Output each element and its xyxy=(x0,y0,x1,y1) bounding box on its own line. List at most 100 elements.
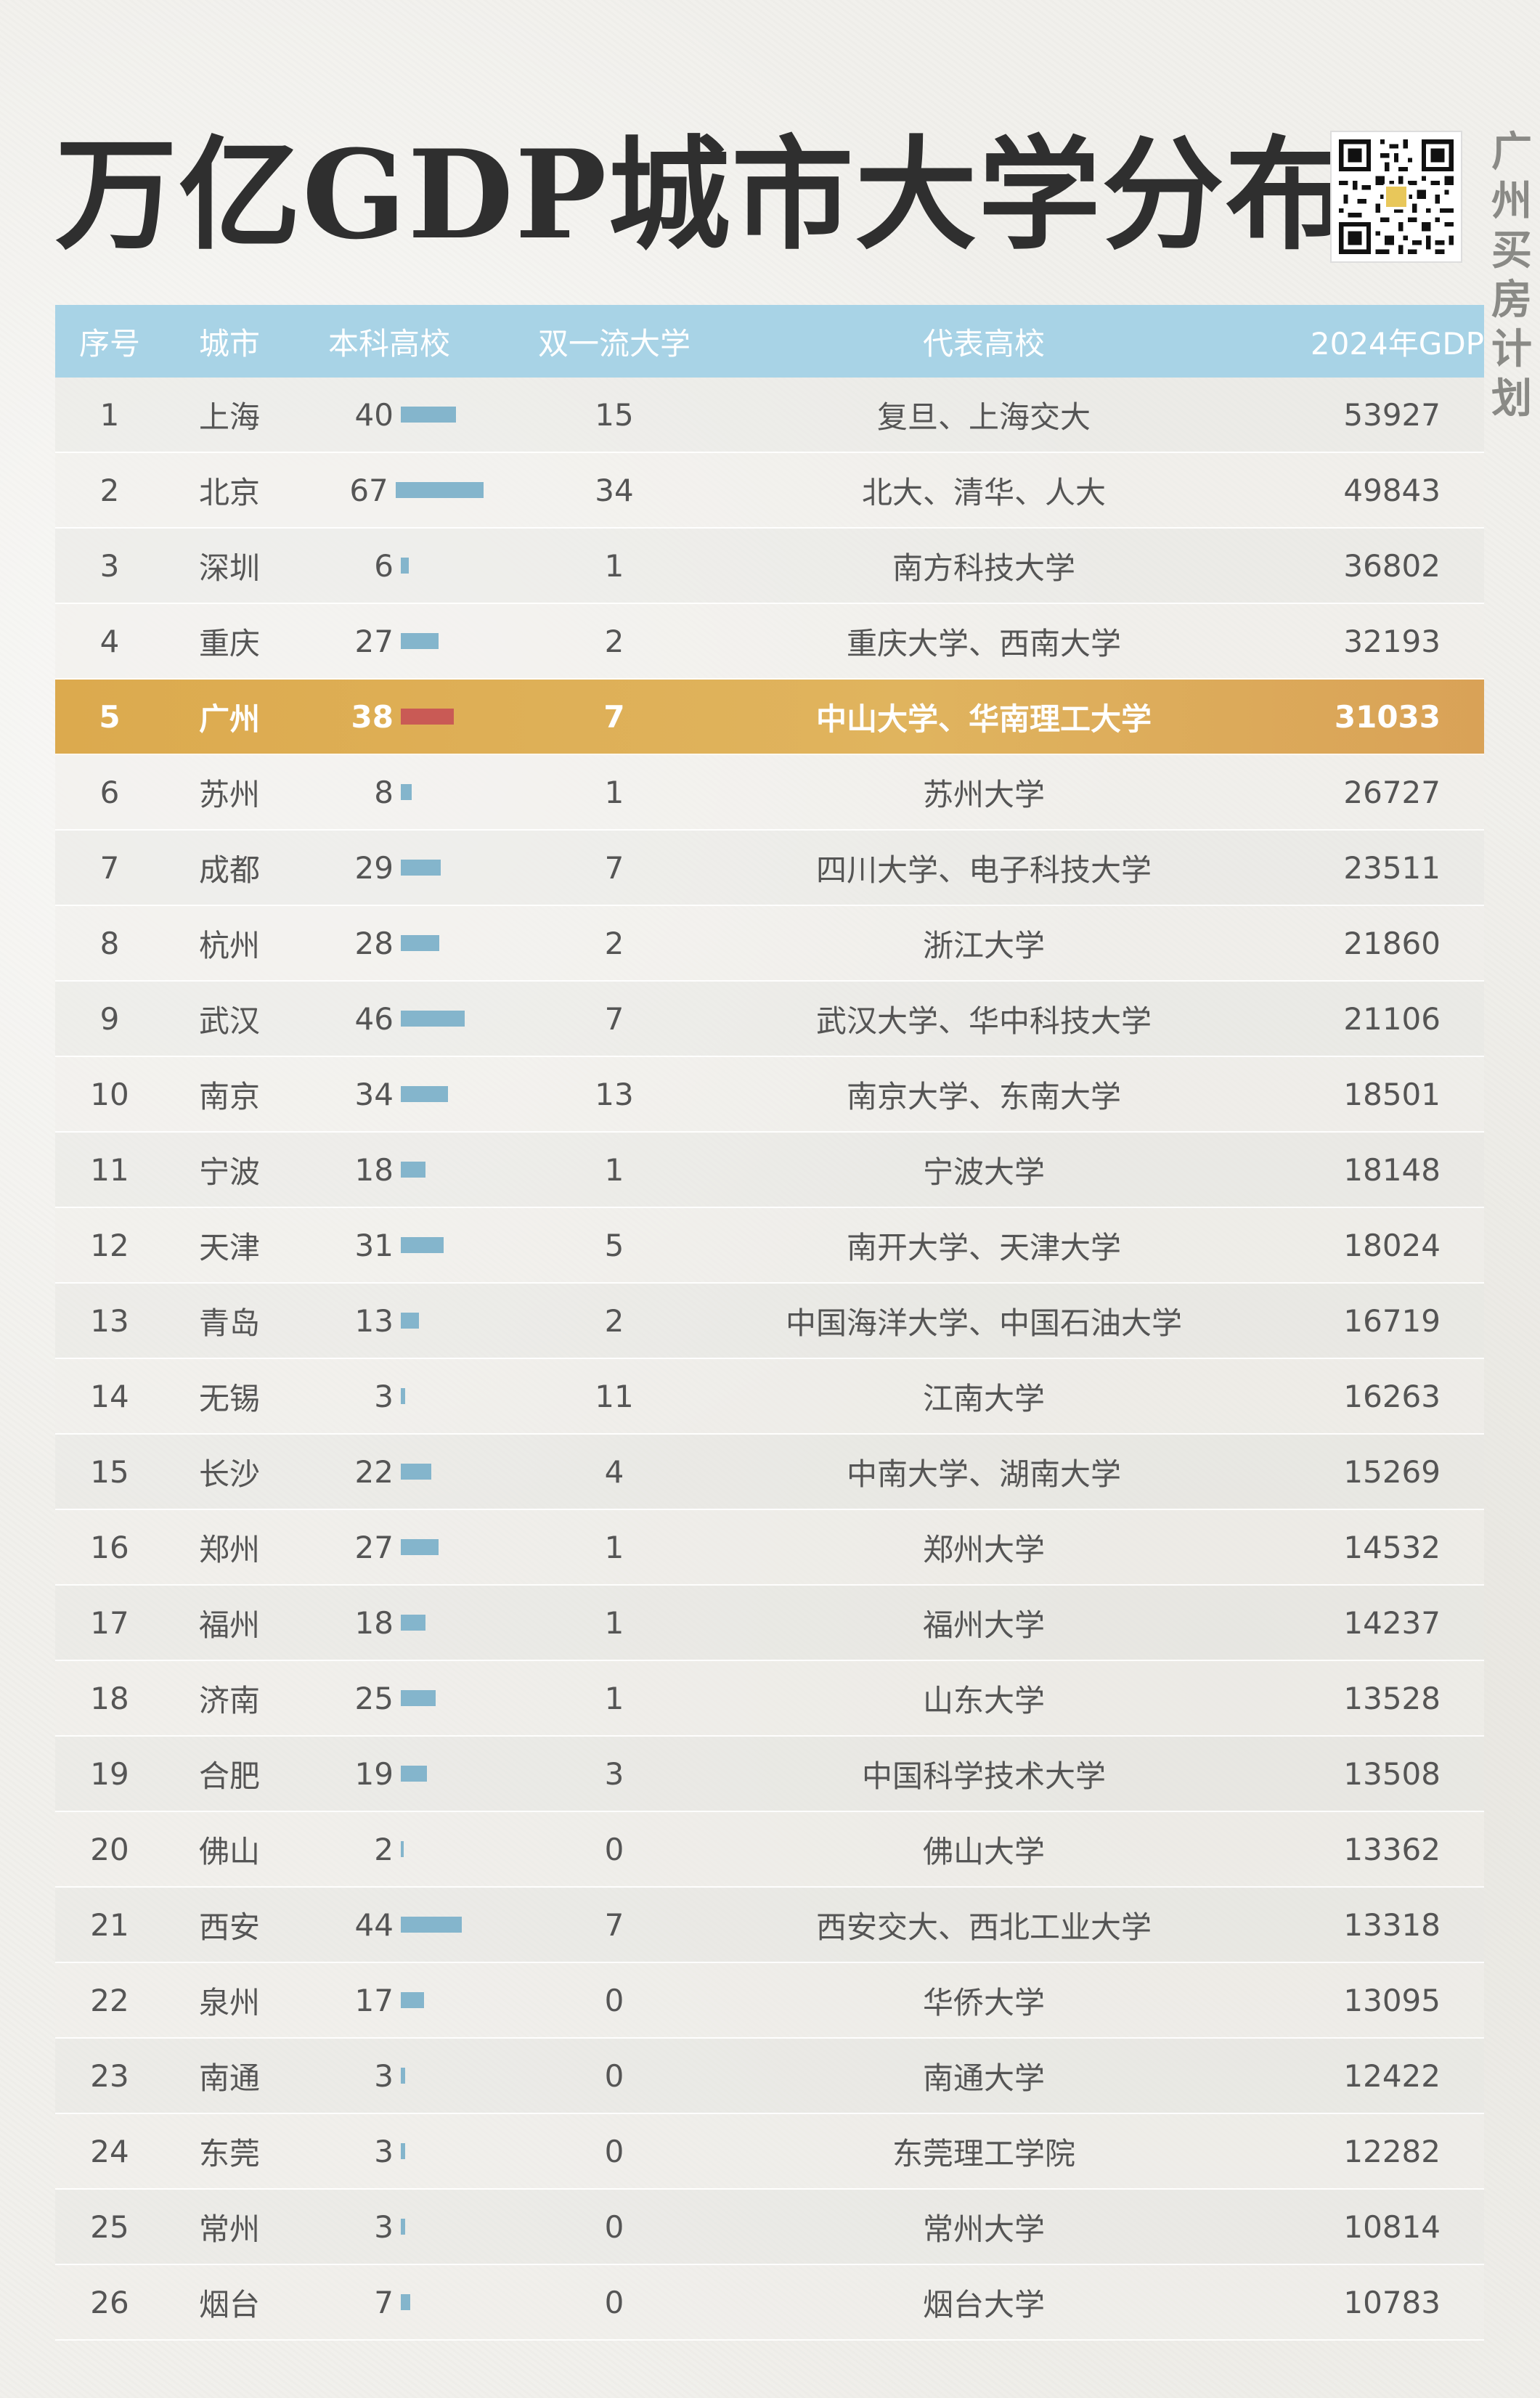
cell-undergrad: 29 xyxy=(295,850,484,886)
cell-rep: 南方科技大学 xyxy=(892,550,1075,586)
cell-city: 武汉 xyxy=(198,1003,260,1039)
cell-gdp: 18148 xyxy=(1343,1151,1441,1188)
cell-city: 长沙 xyxy=(198,1456,260,1492)
cell-rank: 17 xyxy=(90,1604,129,1641)
cell-gdp: 53927 xyxy=(1343,396,1441,433)
cell-double: 7 xyxy=(604,1906,624,1943)
cell-double: 1 xyxy=(604,1604,624,1641)
cell-rep: 福州大学 xyxy=(922,1607,1045,1643)
cell-city: 宁波 xyxy=(198,1154,260,1190)
header-rank: 序号 xyxy=(78,325,140,362)
cell-rank: 7 xyxy=(99,849,120,886)
cell-gdp: 14237 xyxy=(1343,1604,1441,1641)
undergrad-bar xyxy=(401,1011,465,1027)
cell-rep: 南京大学、东南大学 xyxy=(846,1078,1121,1114)
header-rep: 代表高校 xyxy=(922,325,1045,362)
cell-double: 0 xyxy=(604,1982,624,2018)
cell-gdp: 26727 xyxy=(1343,774,1441,810)
undergrad-count: 6 xyxy=(374,547,394,584)
cell-undergrad: 27 xyxy=(295,1530,484,1565)
cell-city: 合肥 xyxy=(198,1758,260,1794)
cell-double: 1 xyxy=(604,547,624,584)
cell-city: 重庆 xyxy=(198,625,260,661)
undergrad-bar xyxy=(401,935,439,951)
undergrad-count: 18 xyxy=(354,1151,394,1188)
undergrad-count: 27 xyxy=(354,623,394,659)
cell-gdp: 13362 xyxy=(1343,1831,1441,1867)
cell-rank: 22 xyxy=(90,1982,129,2018)
cell-rank: 16 xyxy=(90,1529,129,1565)
undergrad-bar xyxy=(401,1917,462,1933)
cell-rank: 8 xyxy=(99,925,120,961)
undergrad-bar xyxy=(401,1992,424,2008)
undergrad-count: 3 xyxy=(374,2058,394,2094)
undergrad-bar xyxy=(401,1086,448,1102)
table-row: 5 广州 38 7 中山大学、华南理工大学 31033 xyxy=(55,680,1484,755)
cell-undergrad: 34 xyxy=(295,1077,484,1112)
cell-rep: 四川大学、电子科技大学 xyxy=(815,852,1152,888)
cell-undergrad: 18 xyxy=(295,1152,484,1188)
cell-rep: 南开大学、天津大学 xyxy=(846,1229,1121,1265)
table-body: 1 上海 40 15 复旦、上海交大 53927 2 北京 67 34 北大、清华、人大 49843 3… xyxy=(55,378,1484,2341)
cell-undergrad: 28 xyxy=(295,926,484,961)
cell-rep: 重庆大学、西南大学 xyxy=(846,625,1121,661)
table-row: 6 苏州 8 1 苏州大学 26727 xyxy=(55,755,1484,831)
cell-double: 11 xyxy=(595,1378,634,1414)
cell-double: 7 xyxy=(604,1000,624,1037)
page-title: 万亿GDP城市大学分布 xyxy=(55,123,1349,266)
cell-city: 福州 xyxy=(198,1607,260,1643)
undergrad-count: 28 xyxy=(354,925,394,961)
table-row: 20 佛山 2 0 佛山大学 13362 xyxy=(55,1812,1484,1888)
table-row: 22 泉州 17 0 华侨大学 13095 xyxy=(55,1963,1484,2039)
cell-gdp: 21106 xyxy=(1343,1000,1441,1037)
cell-double: 7 xyxy=(604,849,624,886)
cell-undergrad: 3 xyxy=(295,2209,484,2245)
cell-gdp: 13528 xyxy=(1343,1680,1441,1716)
table-row: 2 北京 67 34 北大、清华、人大 49843 xyxy=(55,453,1484,529)
qr-code xyxy=(1330,131,1462,263)
cell-rep: 南通大学 xyxy=(922,2060,1045,2096)
undergrad-bar xyxy=(395,482,484,498)
cell-undergrad: 27 xyxy=(295,624,484,659)
cell-double: 0 xyxy=(604,2209,624,2245)
undergrad-count: 3 xyxy=(374,1378,394,1414)
undergrad-count: 8 xyxy=(374,774,394,810)
cell-undergrad: 22 xyxy=(295,1454,484,1490)
cell-gdp: 13508 xyxy=(1343,1755,1441,1792)
cell-rank: 3 xyxy=(99,547,120,584)
cell-rep: 郑州大学 xyxy=(922,1531,1045,1567)
cell-city: 深圳 xyxy=(198,550,260,586)
cell-double: 0 xyxy=(604,2284,624,2320)
cell-city: 佛山 xyxy=(198,1833,260,1869)
cell-rep: 常州大学 xyxy=(922,2211,1045,2247)
cell-double: 0 xyxy=(604,2058,624,2094)
cell-undergrad: 44 xyxy=(295,1907,484,1943)
header-gdp: 2024年GDP xyxy=(1310,325,1484,362)
undergrad-bar xyxy=(401,1690,436,1706)
cell-double: 2 xyxy=(604,1302,624,1339)
undergrad-count: 44 xyxy=(354,1906,394,1943)
cell-city: 广州 xyxy=(198,701,260,737)
cell-city: 东莞 xyxy=(198,2135,260,2171)
table-row: 4 重庆 27 2 重庆大学、西南大学 32193 xyxy=(55,604,1484,680)
cell-rank: 18 xyxy=(90,1680,129,1716)
table-row: 13 青岛 13 2 中国海洋大学、中国石油大学 16719 xyxy=(55,1284,1484,1359)
header-double: 双一流大学 xyxy=(537,325,690,362)
cell-undergrad: 8 xyxy=(295,775,484,810)
cell-rep: 中国海洋大学、中国石油大学 xyxy=(785,1305,1182,1341)
cell-undergrad: 2 xyxy=(295,1832,484,1867)
cell-rank: 6 xyxy=(99,774,120,810)
undergrad-bar xyxy=(401,784,412,800)
undergrad-count: 38 xyxy=(351,698,394,735)
cell-gdp: 16719 xyxy=(1343,1302,1441,1339)
cell-city: 济南 xyxy=(198,1682,260,1718)
cell-rank: 24 xyxy=(90,2133,129,2169)
cell-double: 4 xyxy=(604,1453,624,1490)
cell-city: 天津 xyxy=(198,1229,260,1265)
undergrad-count: 18 xyxy=(354,1604,394,1641)
undergrad-count: 22 xyxy=(354,1453,394,1490)
cell-rank: 14 xyxy=(90,1378,129,1414)
cell-gdp: 10814 xyxy=(1343,2209,1441,2245)
cell-gdp: 13318 xyxy=(1343,1906,1441,1943)
university-table: 序号 城市 本科高校 双一流大学 代表高校 2024年GDP 1 上海 40 15 复旦… xyxy=(55,305,1484,2341)
